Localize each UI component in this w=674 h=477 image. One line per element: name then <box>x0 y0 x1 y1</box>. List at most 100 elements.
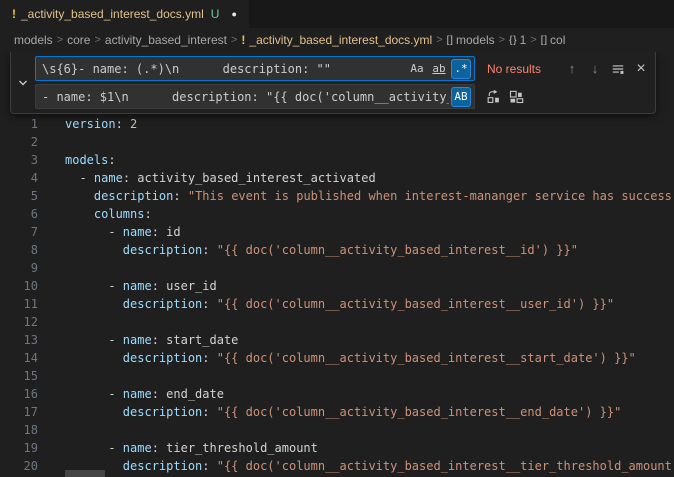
code-line[interactable]: 14 description: "{{ doc('column__activit… <box>0 349 674 367</box>
breadcrumb-item-activity-based-interest[interactable]: activity_based_interest <box>105 33 227 47</box>
code-line[interactable]: 4 - name: activity_based_interest_activa… <box>0 169 674 187</box>
code-line[interactable]: 7 - name: id <box>0 223 674 241</box>
next-match-button[interactable]: ↓ <box>585 59 605 79</box>
modified-dot-icon[interactable]: ● <box>231 9 236 19</box>
line-number[interactable]: 8 <box>0 241 38 259</box>
breadcrumb-separator: > <box>499 34 505 46</box>
code-lines: 1version: 223models:4 - name: activity_b… <box>0 52 674 475</box>
find-input[interactable]: \s{6}- name: (.*)\n description: "" Aa a… <box>35 56 475 81</box>
breadcrumb-item--activity-based-interest-docs-yml[interactable]: ! _activity_based_interest_docs.yml <box>241 33 432 47</box>
replace-icon <box>486 89 501 104</box>
code-line[interactable]: 13 - name: start_date <box>0 331 674 349</box>
line-number[interactable]: 12 <box>0 313 38 331</box>
line-number[interactable]: 3 <box>0 151 38 169</box>
replace-button[interactable] <box>483 87 503 107</box>
line-number[interactable]: 18 <box>0 421 38 439</box>
breadcrumb-item-models[interactable]: models <box>14 33 53 47</box>
replace-input-value: - name: $1\n description: "{{ doc('colum… <box>42 90 449 104</box>
breadcrumb-label: models <box>456 33 495 47</box>
close-button[interactable]: × <box>631 59 651 79</box>
code-line[interactable]: 10 - name: user_id <box>0 277 674 295</box>
whole-word-button[interactable]: ab <box>429 59 449 79</box>
line-number[interactable]: 13 <box>0 331 38 349</box>
find-row: \s{6}- name: (.*)\n description: "" Aa a… <box>35 56 651 81</box>
code-line[interactable]: 16 - name: end_date <box>0 385 674 403</box>
line-text: version: 2 <box>65 115 137 133</box>
code-line[interactable]: 1 version: 2 <box>0 115 674 133</box>
find-in-selection-button[interactable] <box>608 59 628 79</box>
regex-button[interactable]: .* <box>451 59 471 79</box>
breadcrumb-separator: > <box>231 34 237 46</box>
line-number[interactable]: 16 <box>0 385 38 403</box>
symbol-object-icon: { } <box>509 35 515 46</box>
breadcrumb-item-1[interactable]: { } 1 <box>509 33 526 47</box>
line-number[interactable]: 9 <box>0 259 38 277</box>
tab-bar: ! _activity_based_interest_docs.yml U ● <box>0 0 674 28</box>
line-number[interactable]: 17 <box>0 403 38 421</box>
code-line[interactable]: 11 description: "{{ doc('column__activit… <box>0 295 674 313</box>
code-line[interactable]: 19 - name: tier_threshold_amount <box>0 439 674 457</box>
breadcrumb-label: _activity_based_interest_docs.yml <box>249 33 432 47</box>
tab-filename: _activity_based_interest_docs.yml <box>21 7 204 21</box>
breadcrumb: models > core > activity_based_interest >! _ac… <box>0 28 674 52</box>
replace-input[interactable]: - name: $1\n description: "{{ doc('colum… <box>35 84 475 109</box>
find-results-count: No results <box>487 62 541 76</box>
warning-icon: ! <box>241 33 245 47</box>
replace-row: - name: $1\n description: "{{ doc('colum… <box>35 84 651 109</box>
breadcrumb-separator: > <box>57 34 63 46</box>
code-line[interactable]: 3 models: <box>0 151 674 169</box>
code-line[interactable]: 5 description: "This event is published … <box>0 187 674 205</box>
line-text: - name: activity_based_interest_activate… <box>65 169 376 187</box>
replace-all-button[interactable] <box>506 87 526 107</box>
code-line[interactable]: 8 description: "{{ doc('column__activity… <box>0 241 674 259</box>
breadcrumb-item-models[interactable]: [ ] models <box>447 33 495 47</box>
breadcrumb-label: activity_based_interest <box>105 33 227 47</box>
line-text: - name: tier_threshold_amount <box>65 439 318 457</box>
find-input-value: \s{6}- name: (.*)\n description: "" <box>42 62 405 76</box>
replace-nav <box>483 87 526 107</box>
breadcrumb-item-core[interactable]: core <box>67 33 90 47</box>
breadcrumb-label: col <box>550 33 565 47</box>
replace-all-icon <box>509 89 524 104</box>
breadcrumb-item-col[interactable]: [ ] col <box>541 33 566 47</box>
symbol-array-icon: [ ] <box>541 35 546 46</box>
line-number[interactable]: 2 <box>0 133 38 151</box>
code-line[interactable]: 6 columns: <box>0 205 674 223</box>
toggle-replace-button[interactable] <box>15 56 31 109</box>
breadcrumb-label: models <box>14 33 53 47</box>
find-replace-widget: \s{6}- name: (.*)\n description: "" Aa a… <box>10 52 656 114</box>
line-number[interactable]: 1 <box>0 115 38 133</box>
line-number[interactable]: 6 <box>0 205 38 223</box>
find-nav: ↑ ↓ × <box>562 59 651 79</box>
code-line[interactable]: 2 <box>0 133 674 151</box>
find-in-selection-icon <box>611 62 625 76</box>
line-number[interactable]: 14 <box>0 349 38 367</box>
preserve-case-button[interactable]: AB <box>451 87 471 107</box>
symbol-array-icon: [ ] <box>447 35 452 46</box>
breadcrumb-separator: > <box>530 34 536 46</box>
breadcrumb-label: 1 <box>520 33 527 47</box>
line-number[interactable]: 15 <box>0 367 38 385</box>
match-case-button[interactable]: Aa <box>407 59 427 79</box>
line-number[interactable]: 10 <box>0 277 38 295</box>
previous-match-button[interactable]: ↑ <box>562 59 582 79</box>
line-text: description: "This event is published wh… <box>65 187 672 205</box>
code-line[interactable]: 9 <box>0 259 674 277</box>
code-line[interactable]: 18 <box>0 421 674 439</box>
line-number[interactable]: 11 <box>0 295 38 313</box>
line-text: models: <box>65 151 116 169</box>
line-number[interactable]: 20 <box>0 457 38 475</box>
code-line[interactable]: 12 <box>0 313 674 331</box>
line-number[interactable]: 5 <box>0 187 38 205</box>
code-line[interactable]: 15 <box>0 367 674 385</box>
line-text: - name: id <box>65 223 181 241</box>
line-number[interactable]: 7 <box>0 223 38 241</box>
line-number[interactable]: 19 <box>0 439 38 457</box>
line-number[interactable]: 4 <box>0 169 38 187</box>
warning-icon: ! <box>12 7 16 21</box>
line-text: - name: end_date <box>65 385 224 403</box>
horizontal-scrollbar-thumb[interactable] <box>65 470 105 477</box>
editor[interactable]: 1version: 223models:4 - name: activity_b… <box>0 52 674 477</box>
code-line[interactable]: 17 description: "{{ doc('column__activit… <box>0 403 674 421</box>
tab-activity-based-interest-docs-yml[interactable]: ! _activity_based_interest_docs.yml U ● <box>0 0 249 28</box>
